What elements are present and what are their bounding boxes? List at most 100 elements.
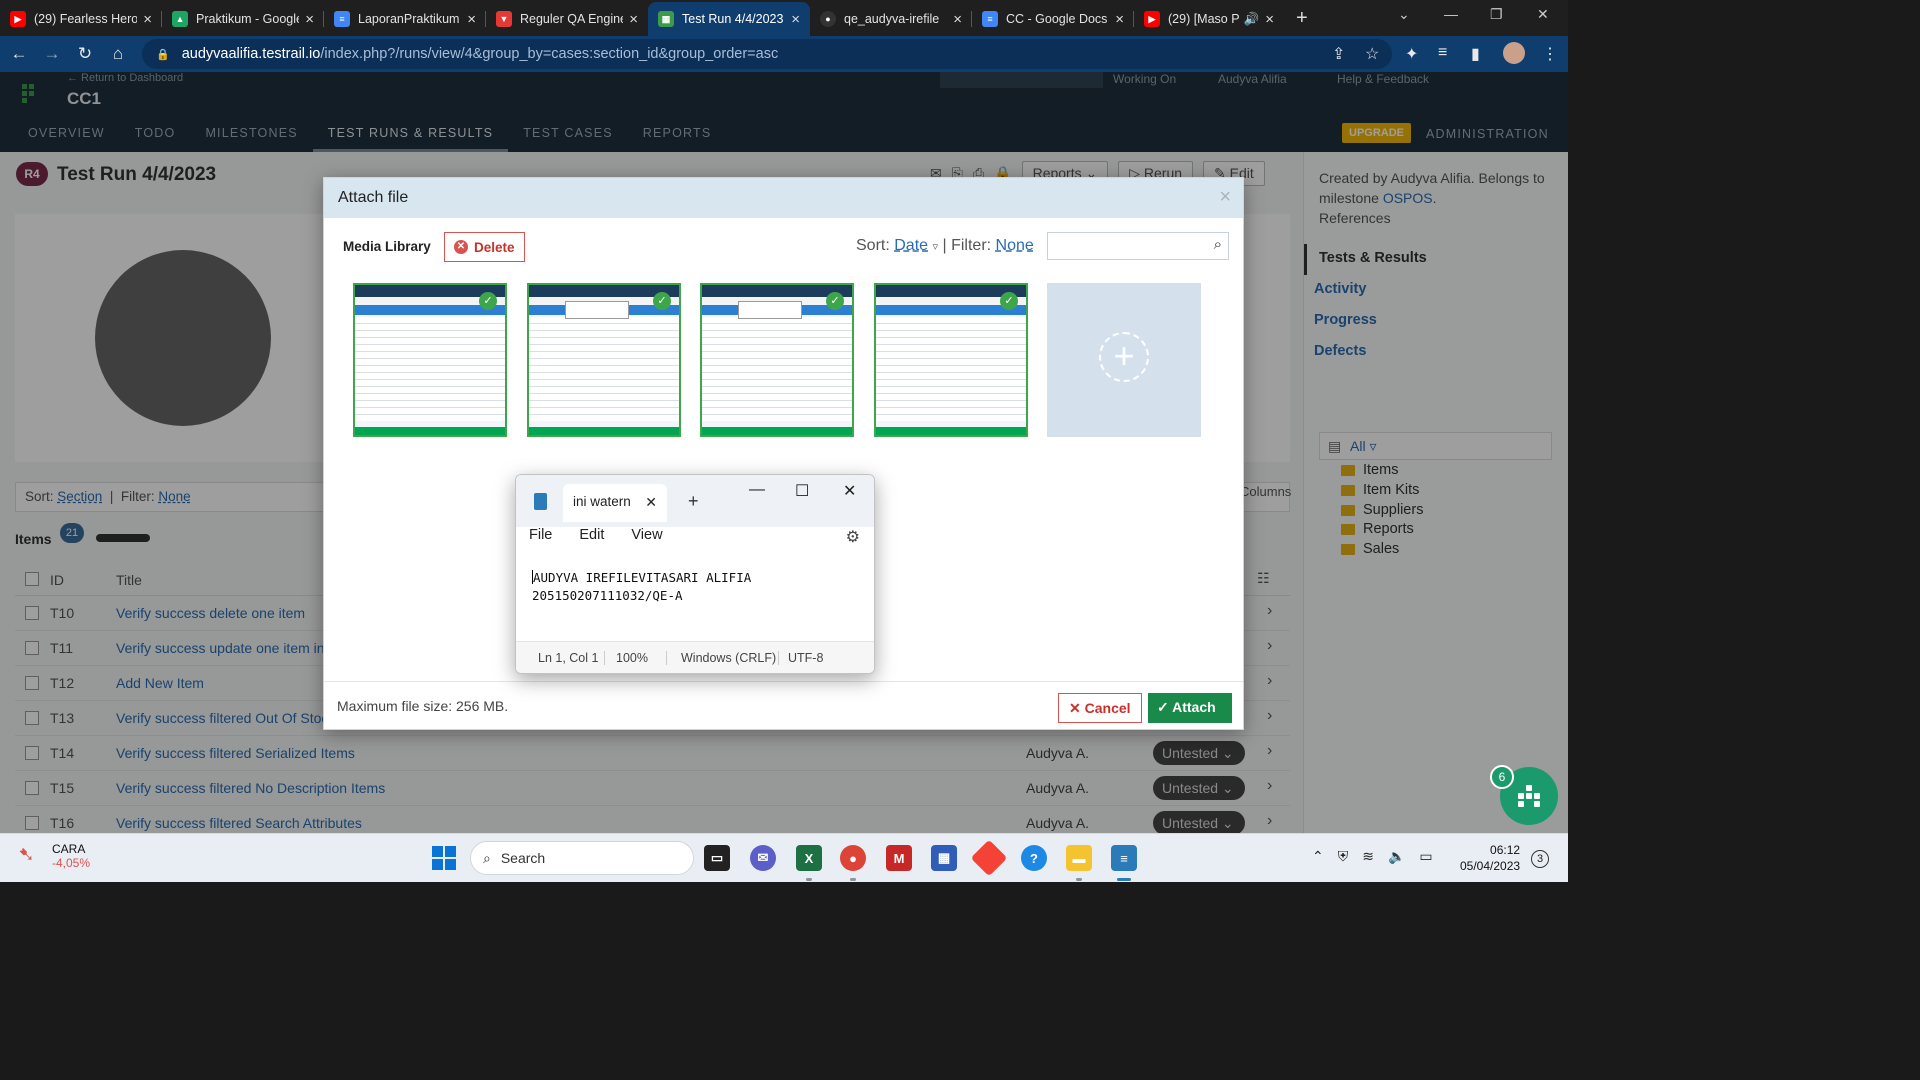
- search-icon[interactable]: ⌕: [1214, 236, 1222, 253]
- sort-label: Sort:: [856, 237, 890, 254]
- menu-edit[interactable]: Edit: [579, 527, 604, 551]
- browser-tab[interactable]: ≡ LaporanPraktikum ×: [324, 2, 486, 36]
- taskbar: ➷ CARA -4,05% ⌕ Search ▭ ✉ X ● M ▦ ? ▬ ≡…: [0, 833, 1568, 882]
- browser-tab-active[interactable]: ▦ Test Run 4/4/2023 ×: [648, 2, 810, 36]
- excel-icon[interactable]: X: [796, 845, 822, 871]
- media-thumbnail[interactable]: ✓: [874, 283, 1028, 437]
- chat-icon[interactable]: ✉: [750, 845, 776, 871]
- gear-icon[interactable]: ⚙: [846, 527, 860, 547]
- address-bar[interactable]: 🔒 audyvaalifia.testrail.io/index.php?/ru…: [142, 39, 1392, 69]
- more-menu-icon[interactable]: ⋮: [1542, 44, 1558, 64]
- forward-icon[interactable]: →: [38, 44, 66, 64]
- extensions-icon[interactable]: ✦: [1405, 44, 1418, 64]
- attach-button[interactable]: ✓ Attach: [1148, 693, 1232, 723]
- tab-title: LaporanPraktikum: [358, 12, 460, 26]
- volume-icon[interactable]: 🔈: [1388, 848, 1405, 865]
- browser-tab[interactable]: ● qe_audyva-irefile ×: [810, 2, 972, 36]
- check-icon: ✓: [479, 292, 497, 310]
- stock-value: -4,05%: [52, 856, 91, 870]
- share-icon[interactable]: ⇪: [1332, 44, 1345, 64]
- dialog-footer: Maximum file size: 256 MB. ✕ Cancel ✓ At…: [324, 681, 1243, 729]
- reload-icon[interactable]: ↻: [71, 44, 99, 64]
- home-icon[interactable]: ⌂: [104, 44, 132, 64]
- menu-view[interactable]: View: [631, 527, 662, 551]
- media-sort-filter: Sort: Date ▿ | Filter: None: [856, 237, 1034, 255]
- sort-caret-icon[interactable]: ▿: [933, 241, 939, 253]
- notepad-text-area[interactable]: AUDYVA IREFILEVITASARI ALIFIA 2051502071…: [532, 569, 751, 605]
- file-explorer-icon[interactable]: ▬: [1066, 845, 1092, 871]
- mcafee-icon[interactable]: M: [886, 845, 912, 871]
- chevron-up-icon[interactable]: ⌃: [1312, 848, 1324, 865]
- task-view-icon[interactable]: ▭: [704, 845, 730, 871]
- grid-icon: [1518, 785, 1540, 807]
- minimize-icon[interactable]: —: [749, 481, 765, 499]
- speaker-icon[interactable]: 🔊: [1244, 12, 1260, 27]
- sort-date-link[interactable]: Date: [894, 237, 928, 254]
- close-tab-icon[interactable]: ×: [629, 11, 638, 28]
- side-panel-icon[interactable]: ▮: [1471, 44, 1480, 64]
- clock[interactable]: 06:12 05/04/2023: [1460, 842, 1520, 874]
- menu-file[interactable]: File: [529, 527, 552, 551]
- close-window-icon[interactable]: ✕: [843, 481, 856, 501]
- close-tab-icon[interactable]: ×: [1265, 11, 1274, 28]
- maximize-icon[interactable]: ☐: [795, 481, 809, 501]
- browser-tab[interactable]: ▲ Praktikum - Google ×: [162, 2, 324, 36]
- notepad-taskbar-icon[interactable]: ≡: [1111, 845, 1137, 871]
- delete-button[interactable]: ✕ Delete: [444, 232, 525, 262]
- testrail-icon: ▦: [658, 11, 674, 27]
- dialog-title: Attach file: [338, 189, 409, 206]
- help-app-icon[interactable]: ?: [1021, 845, 1047, 871]
- filter-link[interactable]: None: [996, 237, 1034, 254]
- start-button[interactable]: [432, 846, 456, 870]
- store-icon[interactable]: ▦: [931, 845, 957, 871]
- notepad-tab[interactable]: ini watern ✕: [563, 484, 667, 522]
- back-icon[interactable]: ←: [5, 44, 33, 64]
- media-thumbnail[interactable]: ✓: [527, 283, 681, 437]
- security-icon[interactable]: ⛨: [1338, 848, 1349, 865]
- github-icon: ●: [820, 11, 836, 27]
- close-tab-icon[interactable]: ×: [305, 11, 314, 28]
- clock-date: 05/04/2023: [1460, 859, 1521, 873]
- new-tab-button[interactable]: +: [1284, 7, 1320, 36]
- close-tab-icon[interactable]: ×: [1115, 11, 1124, 28]
- bookmark-star-icon[interactable]: ☆: [1365, 44, 1379, 64]
- notification-badge[interactable]: 3: [1531, 850, 1549, 868]
- close-window-icon[interactable]: ✕: [1537, 6, 1549, 23]
- browser-tab[interactable]: ▼ Reguler QA Engine ×: [486, 2, 648, 36]
- notepad-tab-title: ini watern: [573, 494, 631, 509]
- close-tab-icon[interactable]: ×: [791, 11, 800, 28]
- close-tab-icon[interactable]: ×: [953, 11, 962, 28]
- media-thumbnail[interactable]: ✓: [353, 283, 507, 437]
- dialog-header: Attach file ×: [324, 178, 1243, 218]
- chrome-icon[interactable]: ●: [840, 845, 866, 871]
- system-tray: ⌃ ⛨ ≋ 🔈 ▭: [1312, 848, 1433, 865]
- close-tab-icon[interactable]: ×: [143, 11, 152, 28]
- close-icon[interactable]: ×: [1219, 186, 1231, 209]
- line-ending: Windows (CRLF): [681, 651, 777, 665]
- wifi-icon[interactable]: ≋: [1362, 848, 1374, 865]
- new-tab-button[interactable]: +: [688, 491, 699, 512]
- close-tab-icon[interactable]: ✕: [645, 494, 657, 511]
- url-path: /index.php?/runs/view/4&group_by=cases:s…: [320, 46, 779, 62]
- tab-search-icon[interactable]: ⌄: [1398, 6, 1410, 23]
- taskbar-search[interactable]: ⌕ Search: [470, 841, 694, 875]
- anydesk-icon[interactable]: [970, 839, 1008, 877]
- flask-icon: ▼: [496, 11, 512, 27]
- browser-tab[interactable]: ▶ (29) [Maso Pi 🔊 ×: [1134, 2, 1284, 36]
- weather-widget[interactable]: ➷ CARA -4,05%: [18, 842, 90, 870]
- cancel-button[interactable]: ✕ Cancel: [1058, 693, 1142, 723]
- notepad-titlebar: ini watern ✕ + — ☐ ✕: [516, 475, 874, 527]
- notepad-status-bar: Ln 1, Col 1 100% Windows (CRLF) UTF-8: [516, 641, 874, 673]
- minimize-icon[interactable]: —: [1444, 6, 1458, 22]
- restore-icon[interactable]: ❐: [1490, 6, 1503, 23]
- media-control-icon[interactable]: ≡: [1438, 44, 1447, 62]
- close-tab-icon[interactable]: ×: [467, 11, 476, 28]
- add-file-tile[interactable]: +: [1047, 283, 1201, 437]
- battery-icon[interactable]: ▭: [1419, 848, 1432, 865]
- browser-tab[interactable]: ▶ (29) Fearless Hero ×: [0, 2, 162, 36]
- profile-avatar[interactable]: [1503, 42, 1525, 64]
- media-thumbnail[interactable]: ✓: [700, 283, 854, 437]
- browser-tab[interactable]: ≡ CC - Google Docs ×: [972, 2, 1134, 36]
- notepad-menu-bar: File Edit View ⚙: [516, 527, 874, 551]
- media-search-input[interactable]: ⌕: [1047, 232, 1229, 260]
